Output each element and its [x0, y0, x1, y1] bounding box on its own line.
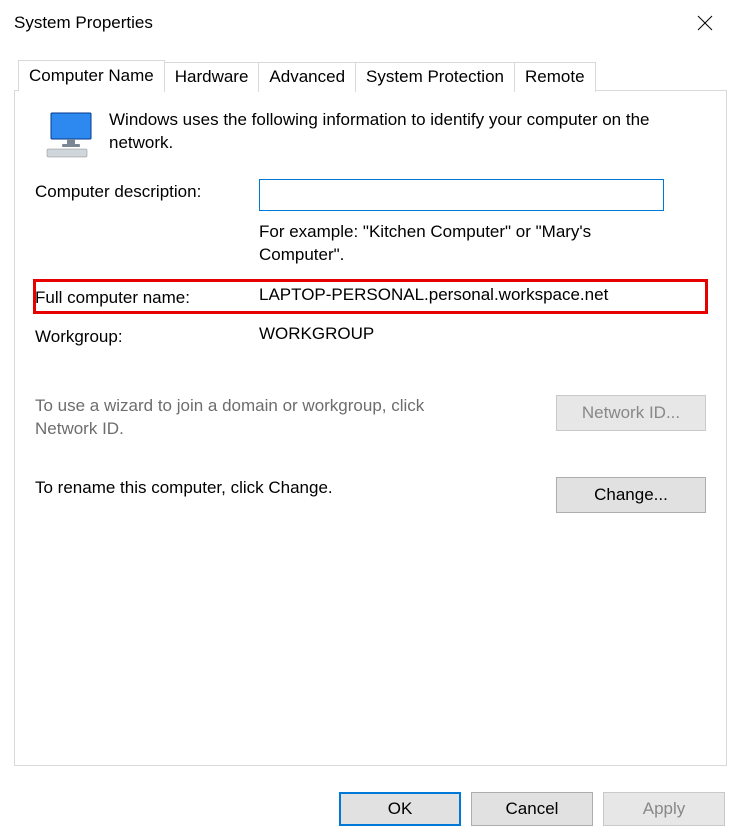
rename-hint-text: To rename this computer, click Change. [35, 477, 333, 500]
dialog-footer: OK Cancel Apply [0, 780, 741, 838]
apply-button: Apply [603, 792, 725, 826]
window-title: System Properties [14, 13, 682, 33]
computer-icon [35, 109, 109, 159]
tab-strip: Computer Name Hardware Advanced System P… [0, 60, 741, 90]
system-properties-window: System Properties Computer Name Hardware… [0, 0, 741, 838]
workgroup-value: WORKGROUP [259, 324, 706, 344]
tab-panel-computer-name: Windows uses the following information t… [14, 90, 727, 766]
description-label: Computer description: [35, 179, 259, 202]
titlebar: System Properties [0, 0, 741, 46]
wizard-hint-text: To use a wizard to join a domain or work… [35, 395, 475, 441]
close-icon [697, 15, 713, 31]
network-id-button: Network ID... [556, 395, 706, 431]
ok-button[interactable]: OK [339, 792, 461, 826]
cancel-button[interactable]: Cancel [471, 792, 593, 826]
tab-advanced[interactable]: Advanced [258, 62, 356, 92]
description-example: For example: "Kitchen Computer" or "Mary… [259, 221, 659, 267]
full-name-label: Full computer name: [35, 285, 259, 308]
close-button[interactable] [682, 8, 727, 38]
tab-system-protection[interactable]: System Protection [355, 62, 515, 92]
change-button[interactable]: Change... [556, 477, 706, 513]
intro-text: Windows uses the following information t… [109, 109, 706, 159]
tab-computer-name[interactable]: Computer Name [18, 60, 165, 91]
workgroup-label: Workgroup: [35, 324, 259, 347]
full-name-value: LAPTOP-PERSONAL.personal.workspace.net [259, 285, 706, 305]
tab-remote[interactable]: Remote [514, 62, 596, 92]
tab-hardware[interactable]: Hardware [164, 62, 260, 92]
full-computer-name-row: Full computer name: LAPTOP-PERSONAL.pers… [35, 281, 706, 312]
description-input[interactable] [259, 179, 664, 211]
